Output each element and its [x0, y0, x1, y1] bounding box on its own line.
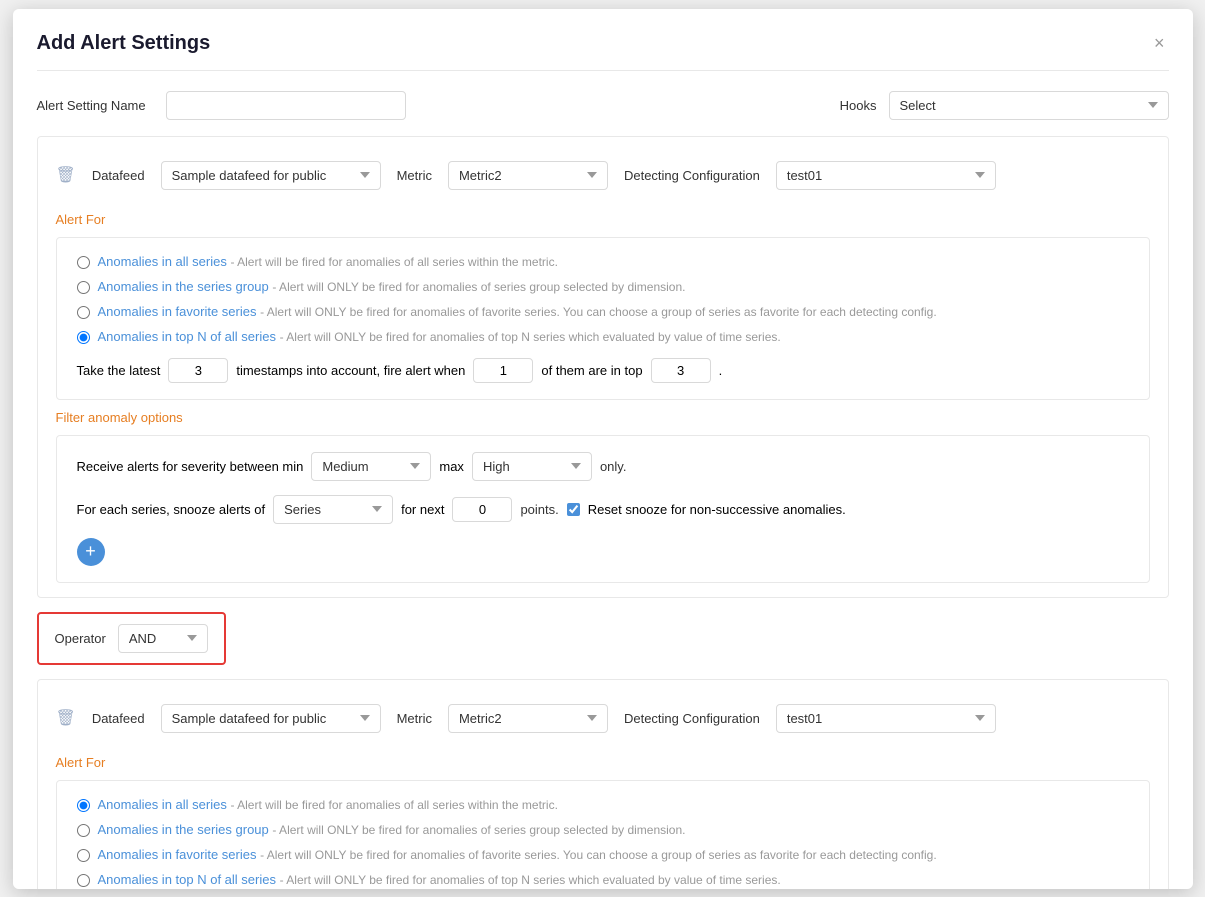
section1-filter-label: Filter anomaly options	[56, 410, 1150, 425]
section1-filter-section: Receive alerts for severity between min …	[56, 435, 1150, 583]
section1-radio-favorite-series-label: Anomalies in favorite series	[98, 304, 257, 319]
section1-radio-all-series-desc: - Alert will be fired for anomalies of a…	[230, 255, 557, 269]
section2-radio-favorite-series-label: Anomalies in favorite series	[98, 847, 257, 862]
section1-datafeed-select[interactable]: Sample datafeed for public	[161, 161, 381, 190]
section1-radio-favorite-series-desc: - Alert will ONLY be fired for anomalies…	[260, 305, 937, 319]
operator-select[interactable]: AND OR	[118, 624, 208, 653]
section2-radio-group: Anomalies in all series - Alert will be …	[77, 797, 1129, 887]
alert-setting-name-input[interactable]	[166, 91, 406, 120]
section1-radio-series-group-label: Anomalies in the series group	[98, 279, 269, 294]
section1-only-text: only.	[600, 459, 627, 474]
section1-detecting-config-select[interactable]: test01	[776, 161, 996, 190]
section1-radio-row-3: Anomalies in favorite series - Alert wil…	[77, 304, 1129, 319]
operator-container: Operator AND OR	[37, 612, 1169, 665]
section2-datafeed-select[interactable]: Sample datafeed for public	[161, 704, 381, 733]
section1-reset-checkbox[interactable]	[567, 503, 580, 516]
alert-setting-name-label: Alert Setting Name	[37, 98, 146, 113]
section2-radio-favorite-series[interactable]	[77, 849, 90, 862]
section1-card: 🗑 Datafeed Sample datafeed for public Me…	[37, 136, 1169, 598]
section1-radio-row-4: Anomalies in top N of all series - Alert…	[77, 329, 1129, 344]
section1-timestamps-mid: timestamps into account, fire alert when	[236, 363, 465, 378]
section2-radio-row-4: Anomalies in top N of all series - Alert…	[77, 872, 1129, 887]
section2-radio-series-group-desc: - Alert will ONLY be fired for anomalies…	[272, 823, 685, 837]
hooks-select[interactable]: Select	[889, 91, 1169, 120]
section2-radio-all-series-label: Anomalies in all series	[98, 797, 227, 812]
section2-datafeed-label: Datafeed	[92, 711, 145, 726]
section1-radio-top-n-label: Anomalies in top N of all series	[98, 329, 276, 344]
section1-radio-favorite-series[interactable]	[77, 306, 90, 319]
section2-card: 🗑 Datafeed Sample datafeed for public Me…	[37, 679, 1169, 889]
section2-radio-series-group[interactable]	[77, 824, 90, 837]
operator-label: Operator	[55, 631, 106, 646]
section2-radio-top-n-label: Anomalies in top N of all series	[98, 872, 276, 887]
section1-detecting-config-label: Detecting Configuration	[624, 168, 760, 183]
section2-radio-row-3: Anomalies in favorite series - Alert wil…	[77, 847, 1129, 862]
section2-metric-select[interactable]: Metric2	[448, 704, 608, 733]
section1-snooze-row: For each series, snooze alerts of Series…	[77, 495, 1129, 524]
section1-trash-icon[interactable]: 🗑	[56, 165, 76, 185]
section1-dot: .	[719, 363, 723, 378]
section1-max-label: max	[439, 459, 464, 474]
close-button[interactable]: ×	[1150, 29, 1169, 58]
section1-filter-row: Receive alerts for severity between min …	[77, 452, 1129, 481]
section1-radio-series-group[interactable]	[77, 281, 90, 294]
section2-datafeed-row: 🗑 Datafeed Sample datafeed for public Me…	[56, 694, 1150, 743]
section2-metric-label: Metric	[397, 711, 432, 726]
section1-min-select[interactable]: Medium	[311, 452, 431, 481]
section1-metric-select[interactable]: Metric2	[448, 161, 608, 190]
section1-for-next: for next	[401, 502, 444, 517]
modal-header: Add Alert Settings ×	[37, 29, 1169, 71]
section1-radio-top-n[interactable]	[77, 331, 90, 344]
section2-radio-series-group-label: Anomalies in the series group	[98, 822, 269, 837]
section2-detecting-config-select[interactable]: test01	[776, 704, 996, 733]
section2-detecting-config-label: Detecting Configuration	[624, 711, 760, 726]
section1-datafeed-row: 🗑 Datafeed Sample datafeed for public Me…	[56, 151, 1150, 200]
section2-radio-favorite-series-desc: - Alert will ONLY be fired for anomalies…	[260, 848, 937, 862]
section2-radio-row-2: Anomalies in the series group - Alert wi…	[77, 822, 1129, 837]
section2-radio-top-n-desc: - Alert will ONLY be fired for anomalies…	[280, 873, 781, 887]
hooks-group: Hooks Select	[840, 91, 1169, 120]
section1-top-n-input[interactable]	[651, 358, 711, 383]
section1-filter-prefix: Receive alerts for severity between min	[77, 459, 304, 474]
section1-metric-label: Metric	[397, 168, 432, 183]
section1-radio-series-group-desc: - Alert will ONLY be fired for anomalies…	[272, 280, 685, 294]
section1-add-button[interactable]: +	[77, 538, 105, 566]
section1-radio-group: Anomalies in all series - Alert will be …	[77, 254, 1129, 344]
section1-datafeed-label: Datafeed	[92, 168, 145, 183]
section1-radio-row-2: Anomalies in the series group - Alert wi…	[77, 279, 1129, 294]
add-alert-settings-modal: Add Alert Settings × Alert Setting Name …	[13, 9, 1193, 889]
section1-radio-top-n-desc: - Alert will ONLY be fired for anomalies…	[280, 330, 781, 344]
section1-alert-for-label: Alert For	[56, 212, 1150, 227]
operator-section: Operator AND OR	[37, 612, 226, 665]
section1-radio-all-series-label: Anomalies in all series	[98, 254, 227, 269]
section1-max-select[interactable]: High	[472, 452, 592, 481]
section1-alert-for-section: Anomalies in all series - Alert will be …	[56, 237, 1150, 400]
modal-title: Add Alert Settings	[37, 32, 211, 55]
section2-radio-all-series[interactable]	[77, 799, 90, 812]
hooks-label: Hooks	[840, 98, 877, 113]
section2-radio-row-1: Anomalies in all series - Alert will be …	[77, 797, 1129, 812]
section1-timestamps-input[interactable]	[168, 358, 228, 383]
section2-alert-for-section: Anomalies in all series - Alert will be …	[56, 780, 1150, 889]
section1-timestamps-prefix: Take the latest	[77, 363, 161, 378]
section1-snooze-select[interactable]: Series	[273, 495, 393, 524]
section2-radio-all-series-desc: - Alert will be fired for anomalies of a…	[230, 798, 557, 812]
section1-radio-row-1: Anomalies in all series - Alert will be …	[77, 254, 1129, 269]
top-fields-row: Alert Setting Name Hooks Select	[37, 91, 1169, 120]
section1-radio-all-series[interactable]	[77, 256, 90, 269]
section1-reset-text: Reset snooze for non-successive anomalie…	[588, 502, 846, 517]
section1-snooze-points-input[interactable]	[452, 497, 512, 522]
section1-top-prefix: of them are in top	[541, 363, 642, 378]
section1-points-text: points.	[520, 502, 558, 517]
section1-snooze-prefix: For each series, snooze alerts of	[77, 502, 266, 517]
section2-radio-top-n[interactable]	[77, 874, 90, 887]
section1-timestamps-row: Take the latest timestamps into account,…	[77, 358, 1129, 383]
section1-fire-when-input[interactable]	[473, 358, 533, 383]
section2-alert-for-label: Alert For	[56, 755, 1150, 770]
section2-trash-icon[interactable]: 🗑	[56, 708, 76, 728]
